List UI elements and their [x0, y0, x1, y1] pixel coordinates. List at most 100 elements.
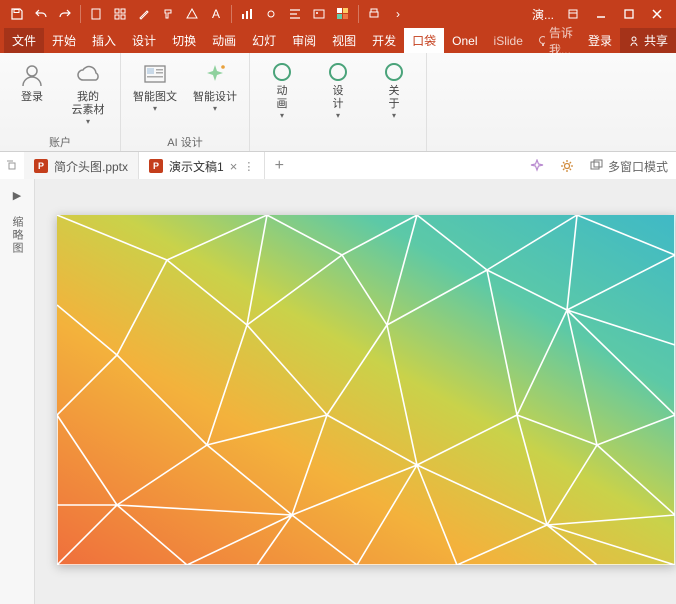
group-label-tools	[336, 133, 339, 151]
about-button[interactable]: 关 于 ▾	[368, 57, 420, 124]
about-label: 关 于	[389, 85, 400, 111]
circle-icon	[327, 61, 349, 83]
print-icon[interactable]	[363, 3, 385, 25]
shape-icon[interactable]	[181, 3, 203, 25]
powerpoint-icon: P	[34, 159, 48, 173]
slide-artwork	[57, 215, 675, 565]
login-link[interactable]: 登录	[580, 28, 620, 53]
tell-me-text: 告诉我...	[549, 24, 580, 58]
sparkle-icon	[201, 61, 229, 89]
tab-dev[interactable]: 开发	[364, 28, 404, 53]
chevron-down-icon: ▾	[213, 104, 217, 113]
chevron-right-icon[interactable]: ▶	[13, 189, 21, 202]
chevron-down-icon: ▾	[153, 104, 157, 113]
undo-icon[interactable]	[30, 3, 52, 25]
powerpoint-icon: P	[149, 159, 163, 173]
slide-canvas[interactable]	[35, 179, 676, 604]
tab-menu-icon[interactable]: ⋮	[243, 160, 254, 173]
chart-icon[interactable]	[236, 3, 258, 25]
paint-icon[interactable]	[157, 3, 179, 25]
tab-home[interactable]: 开始	[44, 28, 84, 53]
group-label-ai: AI 设计	[167, 133, 202, 151]
editor-area: ▶ 缩略图	[0, 179, 676, 604]
layout-icon	[141, 61, 169, 89]
bulb-icon	[537, 35, 545, 47]
anim-label: 动 画	[277, 85, 288, 111]
tab-slideshow[interactable]: 幻灯	[244, 28, 284, 53]
smart-imgtext-button[interactable]: 智能图文 ▾	[127, 57, 183, 117]
multi-window-label: 多窗口模式	[608, 158, 668, 175]
tab-view[interactable]: 视图	[324, 28, 364, 53]
ribbon-tabbar: 文件 开始 插入 设计 切换 动画 幻灯 审阅 视图 开发 口袋 Onel iS…	[0, 28, 676, 53]
color-swatch-icon[interactable]	[332, 3, 354, 25]
link-icon[interactable]	[260, 3, 282, 25]
windows-icon	[590, 159, 604, 173]
imgtext-label: 智能图文	[133, 91, 177, 104]
pen-icon[interactable]	[133, 3, 155, 25]
qat-separator	[80, 5, 81, 23]
image-icon[interactable]	[308, 3, 330, 25]
tab-pocket[interactable]: 口袋	[404, 28, 444, 53]
tab-islide[interactable]: iSlide	[486, 28, 531, 53]
gear-icon[interactable]	[552, 152, 582, 180]
login-button[interactable]: 登录	[6, 57, 58, 108]
group-label-account: 账户	[49, 133, 71, 151]
share-icon	[628, 35, 640, 47]
ribbon: 登录 我的 云素材 ▾ 账户 智能图文 ▾ 智能设计 ▾ AI 设计	[0, 53, 676, 152]
save-icon[interactable]	[6, 3, 28, 25]
multi-window-button[interactable]: 多窗口模式	[582, 152, 676, 180]
share-button[interactable]: 共享	[620, 28, 676, 53]
circle-icon	[271, 61, 293, 83]
redo-icon[interactable]	[54, 3, 76, 25]
circle-icon	[383, 61, 405, 83]
doc-expand-icon[interactable]	[0, 152, 24, 180]
cloud-label: 我的 云素材	[72, 91, 105, 117]
minimize-icon[interactable]	[588, 2, 614, 26]
new-file-icon[interactable]	[85, 3, 107, 25]
tab-transition[interactable]: 切换	[164, 28, 204, 53]
qat-separator	[231, 5, 232, 23]
cloud-assets-button[interactable]: 我的 云素材 ▾	[62, 57, 114, 130]
ribbon-options-icon[interactable]	[560, 2, 586, 26]
close-icon[interactable]	[644, 2, 670, 26]
tab-onekey[interactable]: Onel	[444, 28, 485, 53]
more-icon[interactable]: ›	[387, 3, 409, 25]
document-tabbar: P 简介头图.pptx P 演示文稿1 × ⋮ + 多窗口模式	[0, 152, 676, 181]
chevron-down-icon: ▾	[280, 111, 284, 120]
cloud-icon	[74, 61, 102, 89]
close-icon[interactable]: ×	[230, 159, 238, 174]
user-icon	[18, 61, 46, 89]
qat-separator	[358, 5, 359, 23]
maximize-icon[interactable]	[616, 2, 642, 26]
tab-file[interactable]: 文件	[4, 28, 44, 53]
smart-design-button[interactable]: 智能设计 ▾	[187, 57, 243, 117]
ribbon-group-account: 登录 我的 云素材 ▾ 账户	[0, 53, 121, 151]
sparkle-tool-icon[interactable]	[522, 152, 552, 180]
doctab-1[interactable]: P 简介头图.pptx	[24, 152, 139, 180]
window-title: 演...	[532, 6, 554, 23]
add-tab-button[interactable]: +	[265, 152, 293, 180]
design-button[interactable]: 设 计 ▾	[312, 57, 364, 124]
ribbon-group-ai: 智能图文 ▾ 智能设计 ▾ AI 设计	[121, 53, 250, 151]
font-icon[interactable]: A	[205, 3, 227, 25]
outline-label: 缩略图	[9, 216, 25, 255]
tell-me-search[interactable]: 告诉我...	[531, 28, 580, 53]
share-label: 共享	[644, 32, 668, 49]
doctab-2[interactable]: P 演示文稿1 × ⋮	[139, 152, 265, 180]
tab-design[interactable]: 设计	[124, 28, 164, 53]
chevron-down-icon: ▾	[86, 117, 90, 126]
doctab-2-label: 演示文稿1	[169, 158, 224, 175]
tab-insert[interactable]: 插入	[84, 28, 124, 53]
slide-1[interactable]	[57, 215, 675, 565]
smartdesign-label: 智能设计	[193, 91, 237, 104]
design-label: 设 计	[333, 85, 344, 111]
outline-pane[interactable]: ▶ 缩略图	[0, 179, 35, 604]
align-icon[interactable]	[284, 3, 306, 25]
anim-button[interactable]: 动 画 ▾	[256, 57, 308, 124]
tab-animation[interactable]: 动画	[204, 28, 244, 53]
ribbon-group-tools: 动 画 ▾ 设 计 ▾ 关 于 ▾	[250, 53, 427, 151]
tab-review[interactable]: 审阅	[284, 28, 324, 53]
doctab-1-label: 简介头图.pptx	[54, 158, 128, 175]
grid-icon[interactable]	[109, 3, 131, 25]
chevron-down-icon: ▾	[336, 111, 340, 120]
